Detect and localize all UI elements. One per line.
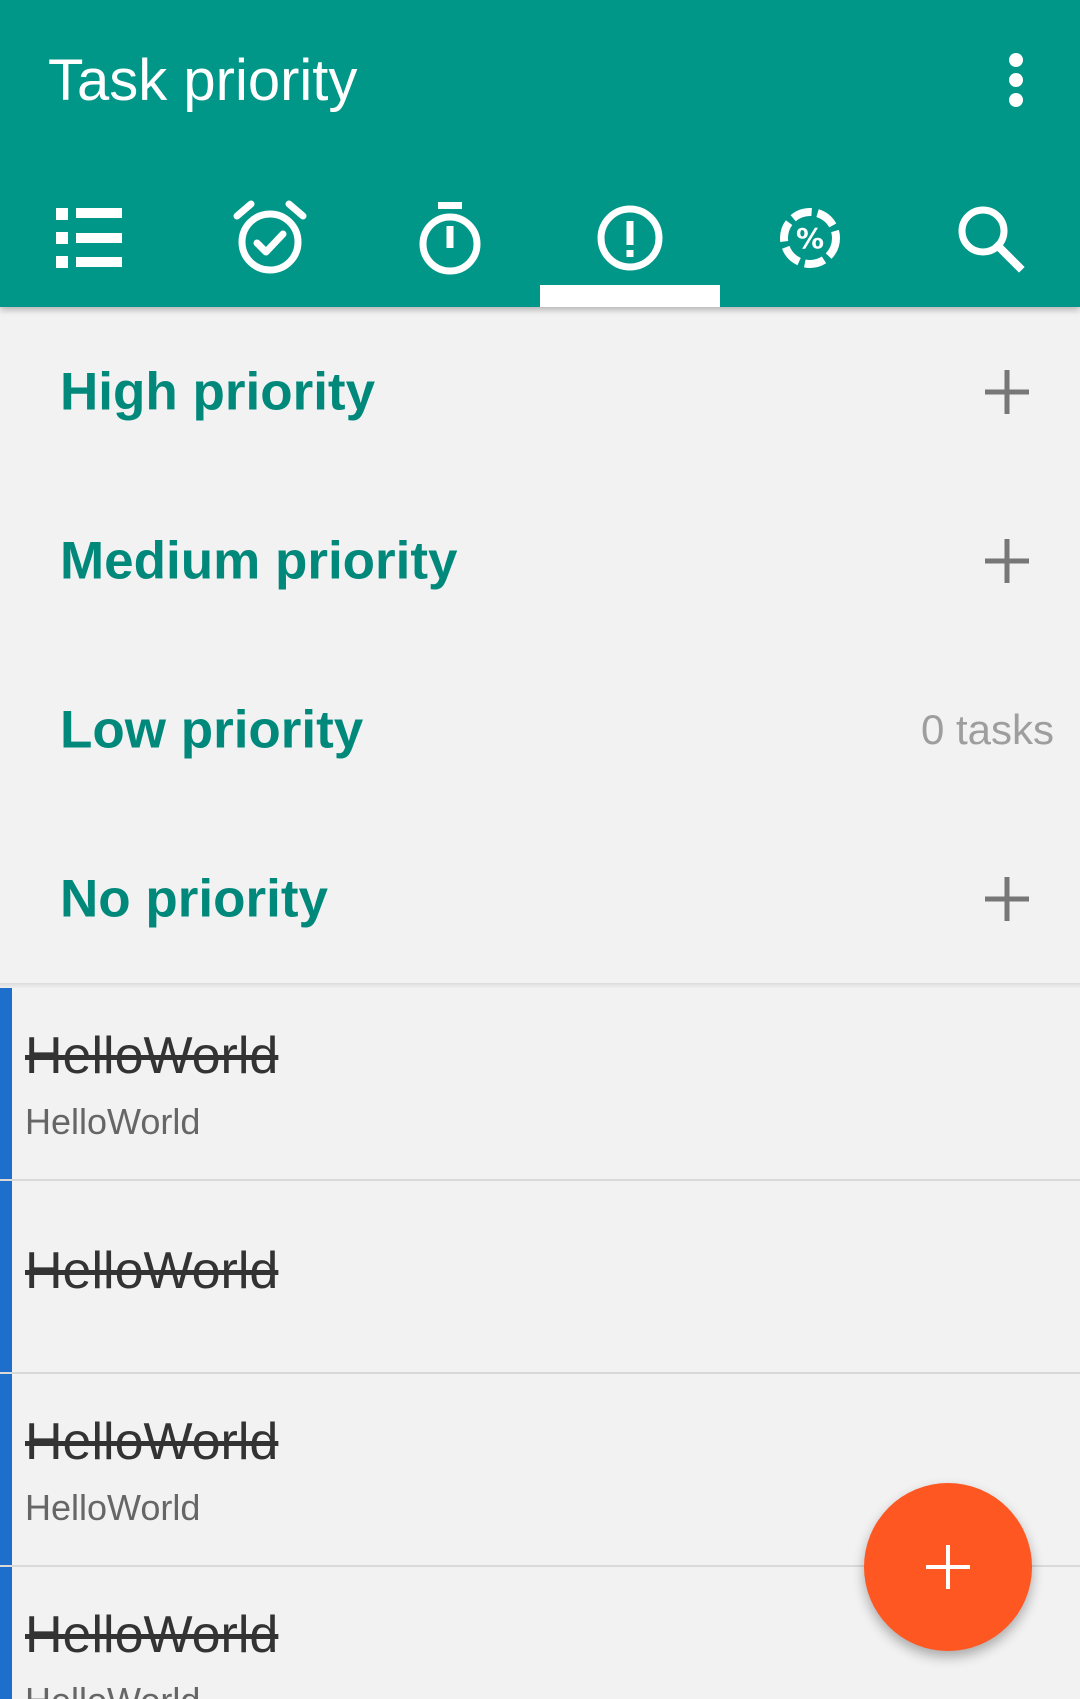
section-label: Low priority [60, 700, 364, 759]
tab-all-tasks[interactable] [0, 180, 180, 307]
task-title: HelloWorld [25, 1027, 279, 1085]
tab-timer[interactable] [360, 180, 540, 307]
section-low-priority[interactable]: Low priority 0 tasks [0, 645, 1080, 814]
selected-tab-indicator [540, 285, 720, 307]
task-title: HelloWorld [25, 1242, 279, 1300]
add-medium-priority-task-button[interactable] [972, 526, 1042, 596]
overflow-menu-button[interactable] [986, 44, 1046, 116]
priority-color-bar [0, 988, 12, 1179]
tab-search[interactable] [900, 180, 1080, 307]
add-no-priority-task-button[interactable] [972, 864, 1042, 934]
section-high-priority[interactable]: High priority [0, 307, 1080, 476]
section-label: Medium priority [60, 531, 458, 590]
page-title: Task priority [48, 48, 358, 113]
alarm-check-icon [233, 200, 307, 274]
list-item[interactable]: HelloWorld HelloWorld [0, 988, 1080, 1181]
priority-sections: High priority Medium priority Low priori… [0, 307, 1080, 986]
task-subtitle: HelloWorld [25, 1680, 200, 1699]
section-medium-priority[interactable]: Medium priority [0, 476, 1080, 645]
task-title: HelloWorld [25, 1606, 279, 1664]
list-icon [56, 208, 122, 268]
tab-reminders[interactable] [180, 180, 360, 307]
app-bar: Task priority % [0, 0, 1080, 307]
priority-color-bar [0, 1181, 12, 1372]
progress-percent-icon: % [780, 208, 840, 268]
svg-text:%: % [796, 222, 824, 255]
add-high-priority-task-button[interactable] [972, 357, 1042, 427]
task-subtitle: HelloWorld [25, 1101, 201, 1142]
task-title: HelloWorld [25, 1413, 279, 1471]
list-item[interactable]: HelloWorld [0, 1181, 1080, 1374]
priority-color-bar [0, 1374, 12, 1565]
plus-icon [926, 1545, 970, 1589]
search-icon [958, 206, 1025, 273]
add-task-fab[interactable] [864, 1483, 1032, 1651]
plus-icon [985, 369, 1029, 414]
section-label: High priority [60, 362, 376, 421]
plus-icon [985, 538, 1029, 583]
section-no-priority[interactable]: No priority [0, 814, 1080, 983]
priority-alert-icon [597, 205, 663, 271]
section-label: No priority [60, 869, 328, 928]
tab-progress[interactable]: % [720, 180, 900, 307]
task-subtitle: HelloWorld [25, 1487, 201, 1528]
task-count: 0 tasks [920, 705, 1054, 753]
priority-color-bar [0, 1567, 12, 1699]
timer-icon [419, 202, 481, 275]
plus-icon [985, 876, 1029, 921]
tab-priority[interactable] [540, 180, 720, 307]
more-vert-icon [1009, 53, 1023, 107]
tab-bar: % [0, 180, 1080, 307]
